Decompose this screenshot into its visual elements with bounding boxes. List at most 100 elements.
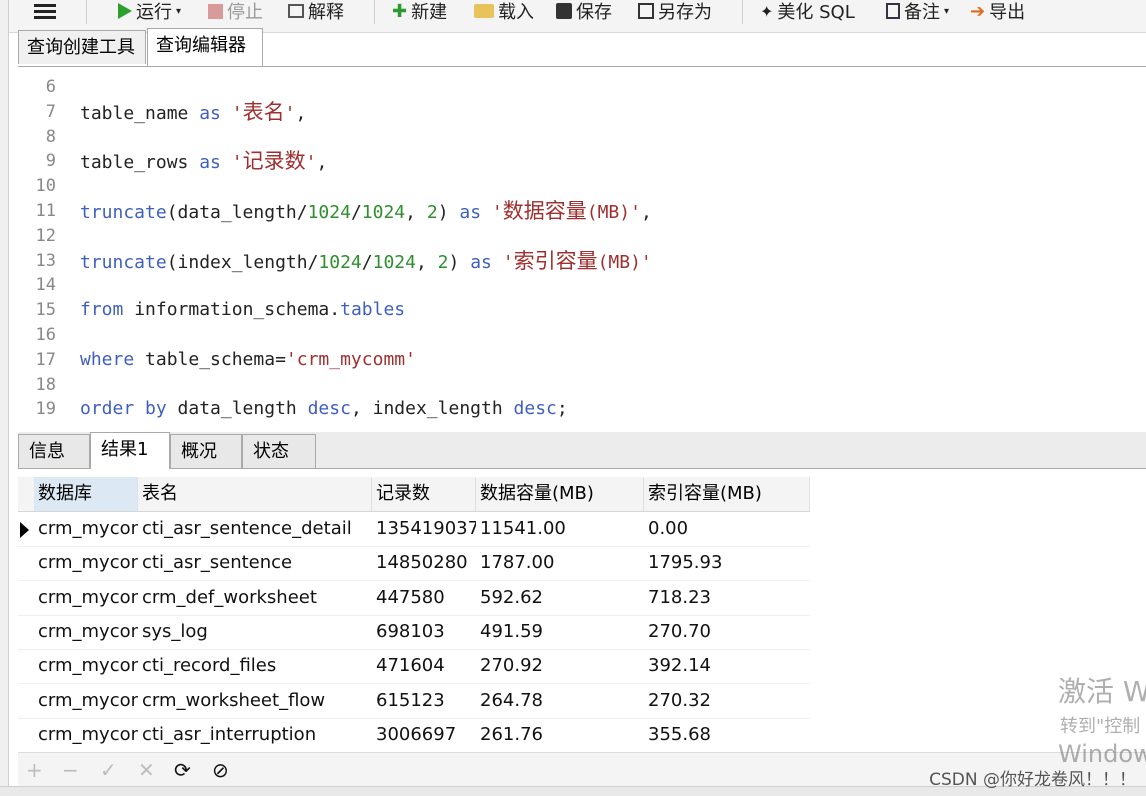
- delete-record-button[interactable]: −: [62, 759, 79, 781]
- run-dropdown-icon[interactable]: ▾: [176, 6, 181, 17]
- beautify-sql-button[interactable]: ✦ 美化 SQL: [760, 0, 855, 24]
- table-cell[interactable]: 698103: [376, 615, 476, 649]
- tab-info[interactable]: 信息: [18, 434, 90, 468]
- col-header-table-name[interactable]: 表名: [138, 477, 372, 511]
- stop-query-icon[interactable]: ⊘: [212, 759, 229, 781]
- table-cell[interactable]: cti_asr_sentence: [142, 546, 372, 580]
- table-cell[interactable]: 491.59: [480, 615, 644, 649]
- code-line[interactable]: 18: [18, 373, 1118, 397]
- code-text: truncate(data_length/1024/1024, 2) as '数…: [80, 199, 652, 223]
- line-number: 12: [35, 225, 56, 246]
- code-line[interactable]: 14: [18, 273, 1118, 297]
- table-cell[interactable]: sys_log: [142, 615, 372, 649]
- table-cell[interactable]: crm_mycon: [38, 718, 138, 752]
- table-cell[interactable]: 1795.93: [648, 546, 808, 580]
- table-cell[interactable]: crm_mycon: [38, 615, 138, 649]
- code-line[interactable]: 16: [18, 323, 1118, 347]
- table-cell[interactable]: 355.68: [648, 718, 808, 752]
- run-button[interactable]: 运行 ▾: [118, 0, 181, 23]
- line-number: 11: [35, 201, 56, 221]
- discard-button[interactable]: ✕: [138, 759, 155, 781]
- table-cell[interactable]: 11541.00: [480, 512, 644, 546]
- table-cell[interactable]: 592.62: [480, 581, 644, 615]
- stop-button[interactable]: 停止: [208, 0, 263, 23]
- table-cell[interactable]: crm_mycon: [38, 546, 138, 580]
- table-cell[interactable]: 14850280: [376, 546, 476, 580]
- table-cell[interactable]: 261.76: [480, 718, 644, 752]
- table-cell[interactable]: cti_asr_sentence_detail: [142, 512, 372, 546]
- table-cell[interactable]: cti_record_files: [142, 649, 372, 683]
- run-label: 运行: [136, 2, 172, 23]
- menu-button[interactable]: [34, 0, 56, 22]
- table-cell[interactable]: crm_mycon: [38, 649, 138, 683]
- code-line[interactable]: 11 truncate(data_length/1024/1024, 2) as …: [18, 199, 1118, 223]
- load-button[interactable]: 载入: [474, 0, 534, 23]
- explain-button[interactable]: 解释: [288, 0, 344, 23]
- table-row[interactable]: crm_mycon cti_asr_sentence_detail 13541903…: [18, 512, 810, 547]
- table-cell[interactable]: crm_mycon: [38, 684, 138, 718]
- table-cell[interactable]: 471604: [376, 649, 476, 683]
- beautify-label: 美化 SQL: [777, 2, 855, 23]
- table-cell[interactable]: 392.14: [648, 649, 808, 683]
- add-record-button[interactable]: +: [26, 759, 43, 781]
- table-cell[interactable]: 270.92: [480, 649, 644, 683]
- table-cell[interactable]: 718.23: [648, 581, 808, 615]
- code-line[interactable]: 13 truncate(index_length/1024/1024, 2) as…: [18, 249, 1118, 273]
- table-cell[interactable]: crm_mycon: [38, 512, 138, 546]
- code-line[interactable]: 15 from information_schema.tables: [18, 298, 1118, 322]
- table-cell[interactable]: crm_def_worksheet: [142, 581, 372, 615]
- table-row[interactable]: crm_mycon crm_worksheet_flow 615123 264.78 2…: [18, 684, 810, 719]
- tab-overview[interactable]: 概况: [170, 434, 242, 468]
- code-line[interactable]: 10: [18, 174, 1118, 198]
- code-line[interactable]: 8: [18, 125, 1118, 149]
- result-tabs: 信息 结果1 概况 状态: [18, 432, 1146, 469]
- tab-status[interactable]: 状态: [242, 434, 316, 468]
- col-header-data-size[interactable]: 数据容量(MB): [476, 477, 644, 511]
- code-line[interactable]: 19 order by data_length desc, index_lengt…: [18, 397, 1118, 421]
- notes-dropdown-icon[interactable]: ▾: [944, 6, 949, 17]
- table-cell[interactable]: 615123: [376, 684, 476, 718]
- table-row[interactable]: crm_mycon sys_log 698103 491.59 270.70: [18, 615, 810, 650]
- table-cell[interactable]: crm_worksheet_flow: [142, 684, 372, 718]
- table-cell[interactable]: 270.70: [648, 615, 808, 649]
- code-line[interactable]: 7 table_name as '表名',: [18, 100, 1118, 124]
- left-panel-edge[interactable]: [0, 0, 9, 795]
- table-row[interactable]: crm_mycon cti_asr_sentence 14850280 1787.00…: [18, 546, 810, 582]
- table-cell[interactable]: 447580: [376, 581, 476, 615]
- current-row-marker-icon: [20, 522, 29, 538]
- table-cell[interactable]: crm_mycon: [38, 581, 138, 615]
- table-cell[interactable]: cti_asr_interruption: [142, 718, 372, 752]
- table-row[interactable]: crm_mycon crm_def_worksheet 447580 592.62 71…: [18, 581, 810, 616]
- code-line[interactable]: 6: [18, 75, 1118, 99]
- apply-button[interactable]: ✓: [100, 759, 117, 781]
- save-as-label: 另存为: [658, 2, 712, 23]
- tab-query-editor[interactable]: 查询编辑器: [147, 28, 263, 66]
- activation-watermark-line3: Window: [1058, 740, 1146, 768]
- line-number: 8: [45, 126, 56, 147]
- table-cell[interactable]: 135419037: [376, 512, 476, 546]
- col-header-database[interactable]: 数据库: [34, 477, 138, 511]
- col-header-index-size[interactable]: 索引容量(MB): [644, 477, 810, 511]
- table-row[interactable]: crm_mycon cti_asr_interruption 3006697 261.…: [18, 718, 810, 753]
- code-line[interactable]: 9 table_rows as '记录数',: [18, 149, 1118, 173]
- code-line[interactable]: 17 where table_schema='crm_mycomm': [18, 348, 1118, 372]
- export-button[interactable]: ➔ 导出: [970, 0, 1025, 24]
- code-line[interactable]: 12: [18, 224, 1118, 248]
- save-button[interactable]: 保存: [556, 0, 612, 23]
- tab-result-1[interactable]: 结果1: [90, 432, 170, 469]
- refresh-icon[interactable]: ⟳: [174, 759, 191, 781]
- table-cell[interactable]: 270.32: [648, 684, 808, 718]
- table-cell[interactable]: 3006697: [376, 718, 476, 752]
- sql-editor[interactable]: 6 7 table_name as '表名', 8 9 table_rows as '记录…: [18, 66, 1146, 433]
- line-number: 19: [35, 399, 56, 420]
- notes-button[interactable]: 备注 ▾: [886, 0, 949, 23]
- tab-query-builder[interactable]: 查询创建工具: [18, 30, 146, 64]
- table-row[interactable]: crm_mycon cti_record_files 471604 270.92 392…: [18, 649, 810, 685]
- table-cell[interactable]: 264.78: [480, 684, 644, 718]
- col-header-row-count[interactable]: 记录数: [372, 477, 476, 511]
- table-cell[interactable]: 0.00: [648, 512, 808, 546]
- code-text: table_name as '表名',: [80, 99, 307, 124]
- table-cell[interactable]: 1787.00: [480, 546, 644, 580]
- save-as-button[interactable]: 另存为: [638, 0, 712, 23]
- new-button[interactable]: ✚ 新建: [392, 0, 447, 24]
